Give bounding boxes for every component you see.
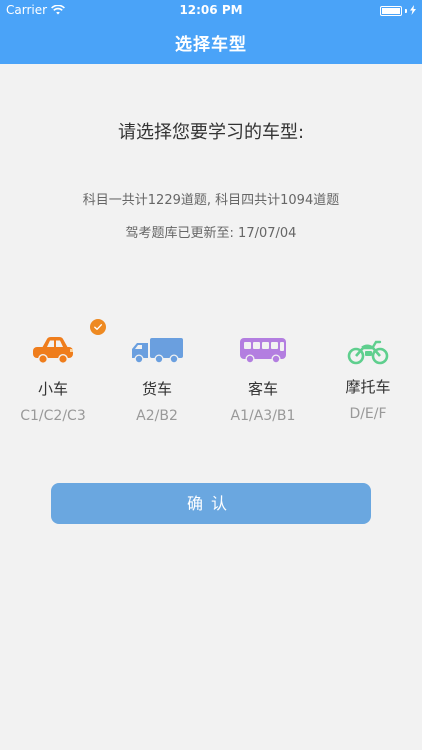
charging-bolt-icon [410,4,416,18]
vehicle-option-bus[interactable]: 客车 A1/A3/B1 [213,328,313,424]
status-time: 12:06 PM [179,3,243,17]
page-title: 选择车型 [175,35,247,55]
status-bar: Carrier 12:06 PM [0,0,422,20]
license-classes: C1/C2/C3 [20,408,86,424]
truck-icon [107,328,207,366]
license-classes: A1/A3/B1 [230,408,296,424]
battery-tip [405,9,407,13]
nav-header: Carrier 12:06 PM 选择车型 [0,0,422,64]
vehicle-name: 小车 [37,380,68,398]
status-right-group [380,4,416,18]
vehicle-option-car[interactable]: 小车 C1/C2/C3 [3,319,106,424]
select-prompt: 请选择您要学习的车型: [117,122,305,143]
vehicle-option-truck[interactable]: 货车 A2/B2 [107,328,207,424]
vehicle-option-motorcycle[interactable]: 摩托车 D/E/F [318,328,418,422]
motorcycle-icon [318,328,418,366]
question-bank-update-info: 驾考题库已更新至: 17/07/04 [125,226,297,241]
battery-icon [380,6,402,16]
vehicle-type-options: 小车 C1/C2/C3 货车 A2/B2 客车 A1/A3/B1 摩托车 D/E… [0,319,422,428]
bus-icon [213,328,313,366]
car-icon [3,328,103,366]
check-icon [90,319,106,335]
vehicle-name: 客车 [247,380,278,398]
question-count-info: 科目一共计1229道题, 科目四共计1094道题 [82,193,340,208]
license-classes: A2/B2 [136,408,178,424]
license-classes: D/E/F [349,406,387,422]
vehicle-name: 货车 [141,380,172,398]
vehicle-name: 摩托车 [345,378,391,396]
confirm-button[interactable]: 确认 [51,483,371,524]
